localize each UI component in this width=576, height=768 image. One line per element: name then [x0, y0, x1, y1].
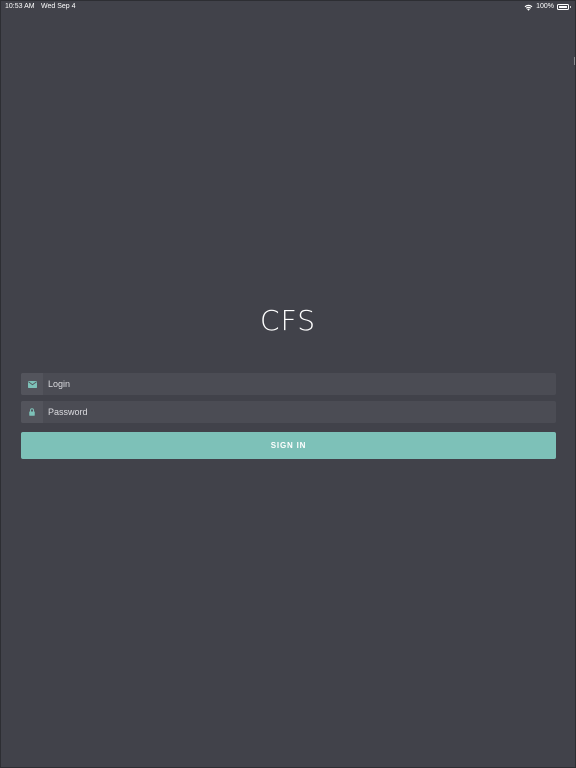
- app-title: CFS: [260, 304, 316, 337]
- lock-icon: [21, 401, 43, 423]
- battery-percentage: 100%: [536, 3, 554, 10]
- login-screen: 10:53 AM Wed Sep 4 100% CFS Login SIGN I…: [0, 0, 576, 768]
- status-date: Wed Sep 4: [41, 3, 76, 10]
- sign-in-button[interactable]: SIGN IN: [21, 432, 556, 459]
- password-field[interactable]: [21, 401, 556, 423]
- status-indicators: 100%: [524, 1, 571, 13]
- login-field[interactable]: [21, 373, 556, 395]
- status-time: 10:53 AM: [5, 3, 35, 10]
- battery-full-icon: [557, 4, 571, 10]
- login-input[interactable]: [43, 373, 556, 395]
- scroll-indicator: [574, 57, 575, 65]
- status-bar: 10:53 AM Wed Sep 4 100%: [1, 1, 575, 15]
- wifi-icon: [524, 4, 533, 11]
- password-input[interactable]: [43, 401, 556, 423]
- envelope-icon: [21, 373, 43, 395]
